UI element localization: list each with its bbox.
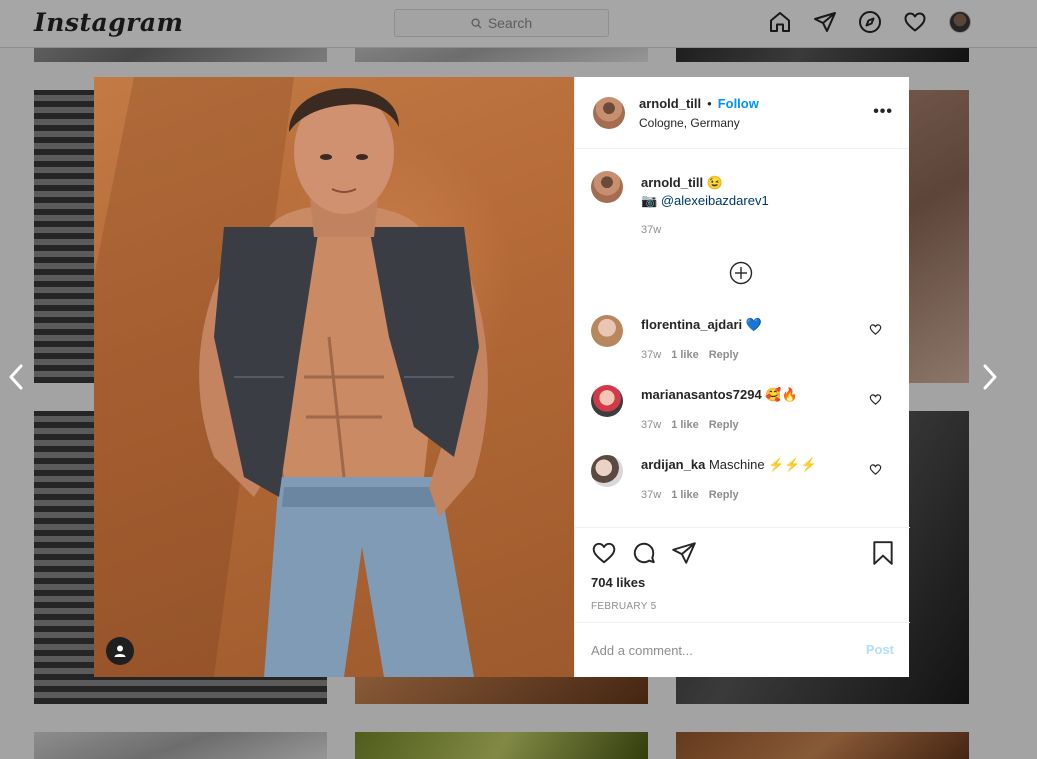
caption-emoji: 😉 — [706, 175, 723, 190]
like-comment-heart-icon[interactable] — [869, 393, 882, 406]
separator-dot: • — [707, 96, 712, 111]
post-location[interactable]: Cologne, Germany — [639, 116, 740, 130]
author-avatar[interactable] — [593, 97, 625, 129]
post-modal: arnold_till • Follow Cologne, Germany ••… — [94, 77, 910, 677]
author-username[interactable]: arnold_till — [639, 96, 701, 111]
post-header: arnold_till • Follow Cologne, Germany ••… — [575, 77, 909, 149]
tagged-users-button[interactable] — [106, 637, 134, 665]
post-photo-figure — [94, 77, 488, 677]
comment-time[interactable]: 37w — [641, 489, 661, 501]
save-bookmark-icon[interactable] — [870, 540, 896, 566]
comment-time[interactable]: 37w — [641, 419, 661, 431]
comment-likes[interactable]: 1 like — [671, 419, 699, 431]
comment-text: 🥰🔥 — [765, 387, 798, 402]
comment-item: marianasantos7294 🥰🔥 37w 1 like Reply — [575, 383, 910, 453]
likes-count[interactable]: 704 likes — [591, 575, 645, 590]
caption-username[interactable]: arnold_till — [641, 175, 703, 190]
like-comment-heart-icon[interactable] — [869, 323, 882, 336]
reply-button[interactable]: Reply — [709, 419, 739, 431]
post-comment-button[interactable]: Post — [866, 642, 894, 657]
comment-item: ardijan_ka Maschine ⚡⚡⚡ 37w 1 like Reply — [575, 453, 910, 523]
commenter-avatar[interactable] — [591, 315, 623, 347]
next-post-button[interactable] — [978, 362, 1002, 392]
comment-username[interactable]: marianasantos7294 — [641, 387, 762, 402]
plus-circle-icon — [729, 261, 753, 285]
comment-username[interactable]: ardijan_ka — [641, 457, 705, 472]
comment-likes[interactable]: 1 like — [671, 349, 699, 361]
caption-mention-link[interactable]: @alexeibazdarev1 — [661, 193, 769, 208]
chevron-left-icon — [9, 364, 23, 390]
post-date[interactable]: FEBRUARY 5 — [591, 601, 656, 612]
chevron-right-icon — [983, 364, 997, 390]
comment-input[interactable] — [591, 637, 841, 663]
post-details-panel: arnold_till • Follow Cologne, Germany ••… — [574, 77, 910, 677]
reply-button[interactable]: Reply — [709, 489, 739, 501]
caption-avatar[interactable] — [591, 171, 623, 203]
comment-time[interactable]: 37w — [641, 349, 661, 361]
add-comment-bar: Post — [575, 622, 910, 677]
comment-item: florentina_ajdari 💙 37w 1 like Reply — [575, 313, 910, 383]
like-heart-icon[interactable] — [591, 540, 617, 566]
comment-text: Maschine ⚡⚡⚡ — [708, 457, 817, 472]
caption-timestamp[interactable]: 37w — [641, 224, 661, 236]
user-icon — [114, 645, 126, 657]
reply-button[interactable]: Reply — [709, 349, 739, 361]
follow-button[interactable]: Follow — [718, 96, 759, 111]
previous-post-button[interactable] — [4, 362, 28, 392]
comment-username[interactable]: florentina_ajdari — [641, 317, 742, 332]
camera-emoji: 📷 — [641, 193, 658, 208]
load-more-comments-button[interactable] — [729, 261, 753, 285]
commenter-avatar[interactable] — [591, 455, 623, 487]
comment-likes[interactable]: 1 like — [671, 489, 699, 501]
comment-text: 💙 — [745, 317, 762, 332]
comment-bubble-icon[interactable] — [631, 540, 657, 566]
share-direct-icon[interactable] — [671, 540, 697, 566]
commenter-avatar[interactable] — [591, 385, 623, 417]
more-options-button[interactable]: ••• — [873, 103, 893, 121]
like-comment-heart-icon[interactable] — [869, 463, 882, 476]
post-actions: 704 likes FEBRUARY 5 — [575, 527, 910, 622]
post-photo[interactable] — [94, 77, 574, 677]
